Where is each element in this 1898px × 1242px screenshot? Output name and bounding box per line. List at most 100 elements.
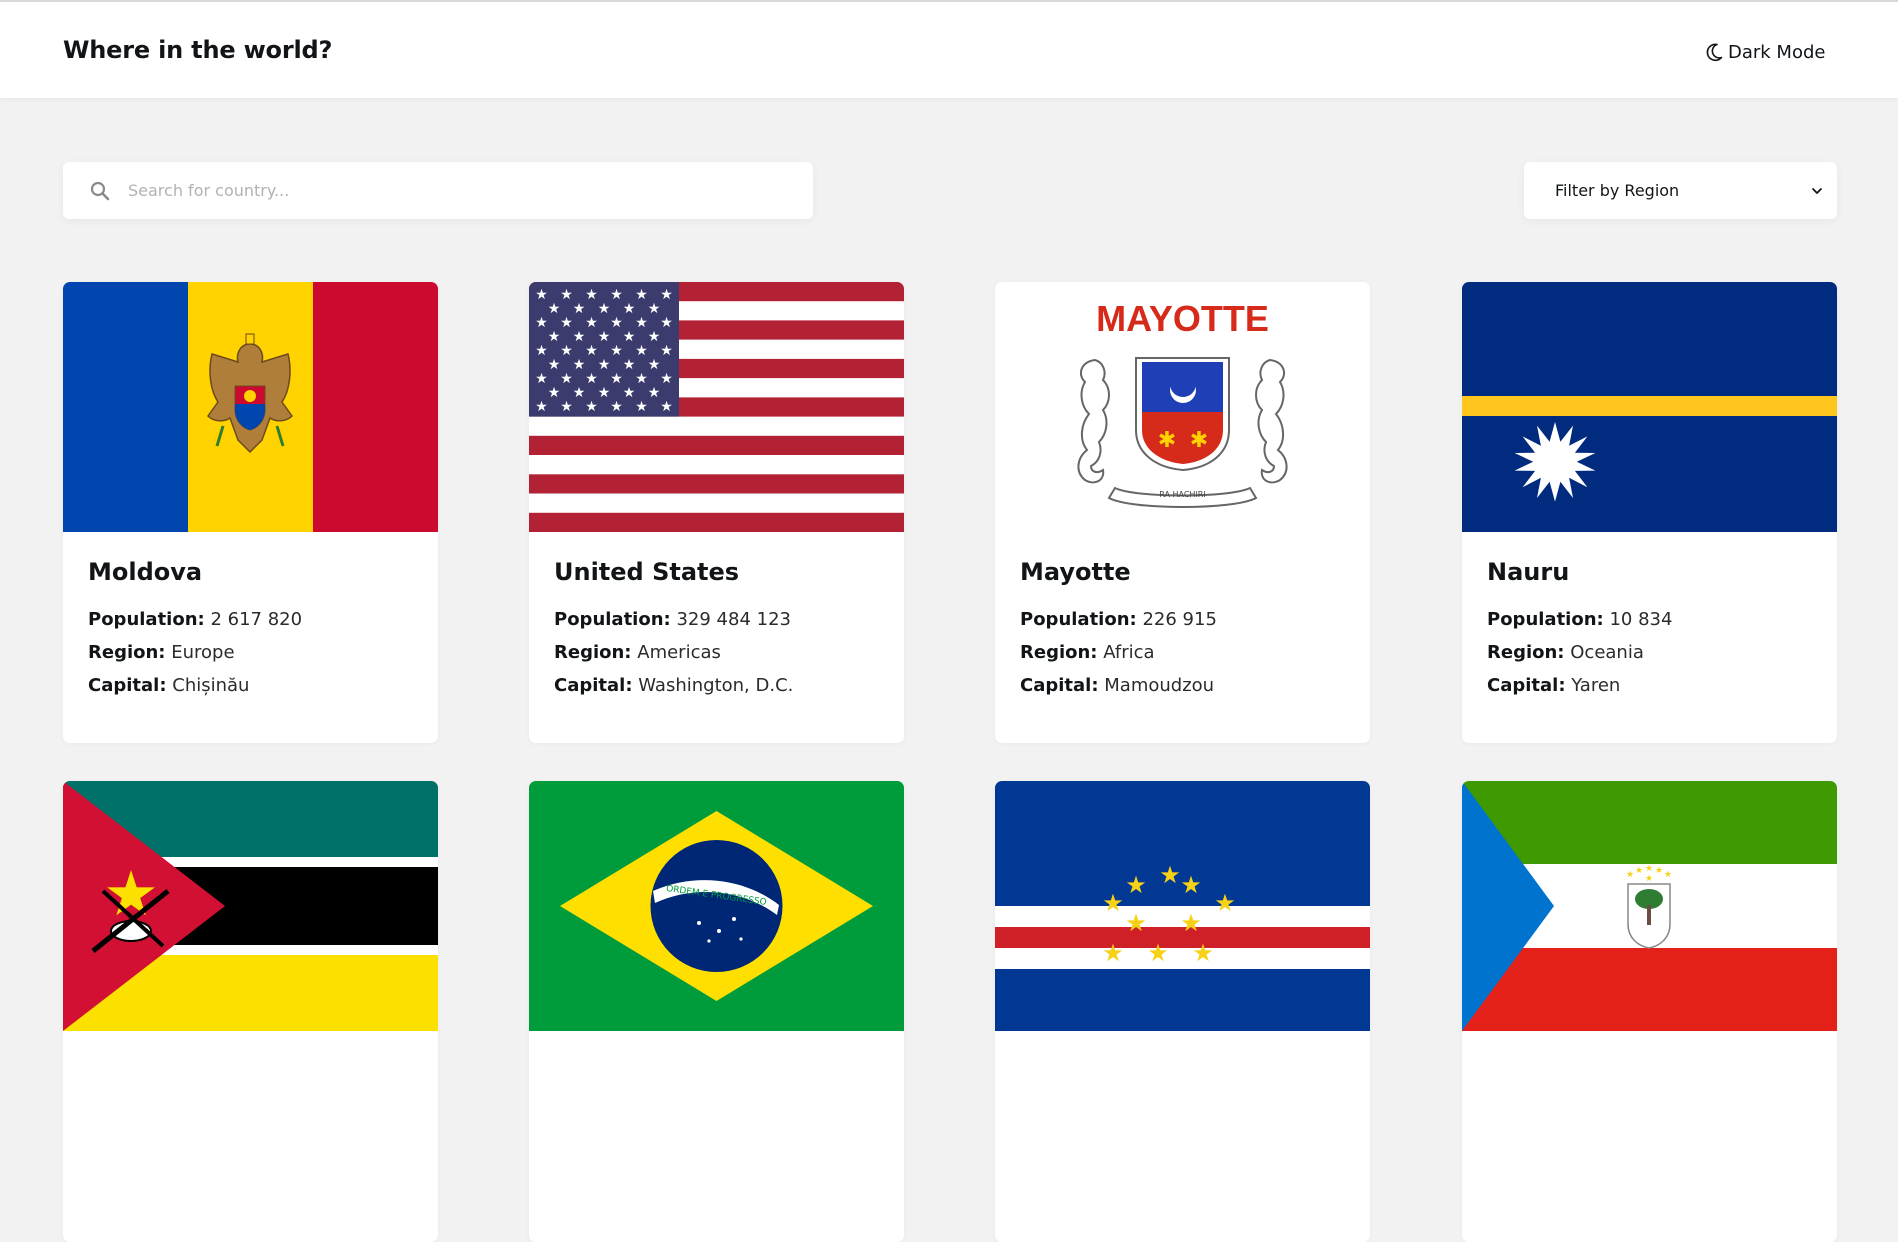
svg-text:★: ★ — [548, 357, 561, 373]
population-value: 10 834 — [1609, 609, 1673, 630]
svg-text:★: ★ — [598, 301, 611, 317]
svg-text:★: ★ — [1664, 870, 1672, 880]
svg-text:★: ★ — [610, 343, 623, 359]
capital-row: Capital: Washington, D.C. — [554, 669, 879, 702]
region-row: Region: Europe — [88, 636, 413, 669]
svg-text:★: ★ — [560, 315, 573, 331]
usa-flag: ★ ★ ★ ★ ★ ★ ★ ★ ★ ★ ★ ★ ★ ★ ★ ★ ★ ★ ★ ★ ★ ★ ★ ★ ★ ★ ★ ★ ★ ★ ★ ★ ★ ★… — [529, 282, 904, 532]
svg-text:★: ★ — [1102, 889, 1124, 917]
population-row: Population: 10 834 — [1487, 603, 1812, 636]
population-value: 226 915 — [1142, 609, 1217, 630]
svg-text:★: ★ — [598, 329, 611, 345]
region-row: Region: Africa — [1020, 636, 1345, 669]
capital-label: Capital: — [88, 675, 167, 696]
svg-text:★: ★ — [585, 343, 598, 359]
svg-text:★: ★ — [1125, 909, 1147, 937]
population-label: Population: — [554, 609, 671, 630]
brazil-flag: ORDEM E PROGRESSO — [529, 781, 904, 1031]
region-row: Region: Oceania — [1487, 636, 1812, 669]
svg-text:★: ★ — [1626, 870, 1634, 880]
svg-text:★: ★ — [1159, 861, 1181, 889]
region-label: Region: — [88, 642, 166, 663]
region-value: Oceania — [1570, 642, 1644, 663]
country-name: Nauru — [1487, 558, 1570, 586]
svg-text:★: ★ — [573, 301, 586, 317]
mayotte-flag-text: MAYOTTE — [1096, 298, 1269, 339]
svg-text:★: ★ — [560, 371, 573, 387]
svg-text:✱: ✱ — [1158, 428, 1176, 453]
country-card-nauru[interactable]: Nauru Population: 10 834 Region: Oceania… — [1462, 282, 1837, 743]
country-card-cape-verde[interactable]: ★ ★ ★ ★ ★ ★ ★ ★ ★ ★ — [995, 781, 1370, 1242]
svg-text:★: ★ — [635, 315, 648, 331]
svg-text:★: ★ — [1180, 909, 1202, 937]
population-label: Population: — [1020, 609, 1137, 630]
dark-mode-label: Dark Mode — [1728, 41, 1826, 63]
capital-label: Capital: — [1020, 675, 1099, 696]
region-label: Region: — [1020, 642, 1098, 663]
country-card-equatorial-guinea[interactable]: ★ ★ ★ ★ ★ ★ — [1462, 781, 1837, 1242]
country-card-brazil[interactable]: ORDEM E PROGRESSO — [529, 781, 904, 1242]
region-filter-select[interactable]: Filter by Region — [1524, 162, 1837, 219]
population-row: Population: 226 915 — [1020, 603, 1345, 636]
svg-text:★: ★ — [623, 357, 636, 373]
svg-text:★: ★ — [585, 315, 598, 331]
svg-text:★: ★ — [648, 301, 661, 317]
svg-text:★: ★ — [660, 315, 673, 331]
moldova-flag — [63, 282, 438, 532]
region-value: Europe — [171, 642, 235, 663]
svg-text:★: ★ — [1645, 874, 1653, 884]
capital-value: Yaren — [1571, 675, 1621, 696]
population-label: Population: — [88, 609, 205, 630]
svg-text:★: ★ — [598, 385, 611, 401]
svg-text:★: ★ — [1180, 871, 1202, 899]
population-value: 329 484 123 — [676, 609, 791, 630]
app-title[interactable]: Where in the world? — [63, 36, 332, 64]
svg-text:★: ★ — [548, 329, 561, 345]
svg-text:★: ★ — [648, 385, 661, 401]
svg-text:★: ★ — [560, 399, 573, 415]
svg-text:★: ★ — [1645, 864, 1653, 874]
svg-text:★: ★ — [623, 329, 636, 345]
svg-text:✱: ✱ — [1190, 428, 1208, 453]
svg-text:★: ★ — [635, 371, 648, 387]
region-value: Americas — [637, 642, 721, 663]
svg-text:★: ★ — [1147, 939, 1169, 967]
svg-text:★: ★ — [598, 357, 611, 373]
dark-mode-toggle[interactable]: Dark Mode — [1706, 40, 1825, 64]
country-card-mozambique[interactable]: ★ — [63, 781, 438, 1242]
svg-text:★: ★ — [648, 357, 661, 373]
svg-text:★: ★ — [535, 343, 548, 359]
svg-text:★: ★ — [610, 287, 623, 303]
svg-text:★: ★ — [573, 357, 586, 373]
country-name: United States — [554, 558, 740, 586]
svg-text:★: ★ — [1635, 866, 1643, 876]
svg-text:★: ★ — [1102, 939, 1124, 967]
country-card-mayotte[interactable]: MAYOTTE ✱ ✱ RA HACHIRI Mayotte Populatio… — [995, 282, 1370, 743]
population-row: Population: 329 484 123 — [554, 603, 879, 636]
country-name: Moldova — [88, 558, 203, 586]
svg-text:★: ★ — [535, 287, 548, 303]
search-icon — [90, 181, 110, 200]
svg-text:★: ★ — [1655, 866, 1663, 876]
country-card-moldova[interactable]: Moldova Population: 2 617 820 Region: Eu… — [63, 282, 438, 743]
svg-text:★: ★ — [648, 329, 661, 345]
region-filter-label: Filter by Region — [1555, 181, 1680, 200]
capital-row: Capital: Yaren — [1487, 669, 1812, 702]
svg-text:★: ★ — [573, 329, 586, 345]
svg-text:★: ★ — [548, 385, 561, 401]
svg-text:★: ★ — [585, 287, 598, 303]
svg-text:★: ★ — [585, 371, 598, 387]
region-row: Region: Americas — [554, 636, 879, 669]
mayotte-flag: MAYOTTE ✱ ✱ RA HACHIRI — [995, 282, 1370, 532]
search-bar — [63, 162, 813, 219]
app-header: Where in the world? Dark Mode — [0, 2, 1898, 98]
svg-text:★: ★ — [548, 301, 561, 317]
search-input[interactable] — [126, 174, 770, 207]
svg-text:★: ★ — [660, 343, 673, 359]
moon-icon — [1706, 43, 1723, 62]
country-card-united-states[interactable]: ★ ★ ★ ★ ★ ★ ★ ★ ★ ★ ★ ★ ★ ★ ★ ★ ★ ★ ★ ★ ★ ★ ★ ★ ★ ★ ★ ★ ★ ★ ★ ★ ★ ★… — [529, 282, 904, 743]
population-label: Population: — [1487, 609, 1604, 630]
capital-value: Mamoudzou — [1104, 675, 1215, 696]
svg-text:★: ★ — [635, 399, 648, 415]
capital-row: Capital: Chișinău — [88, 669, 413, 702]
